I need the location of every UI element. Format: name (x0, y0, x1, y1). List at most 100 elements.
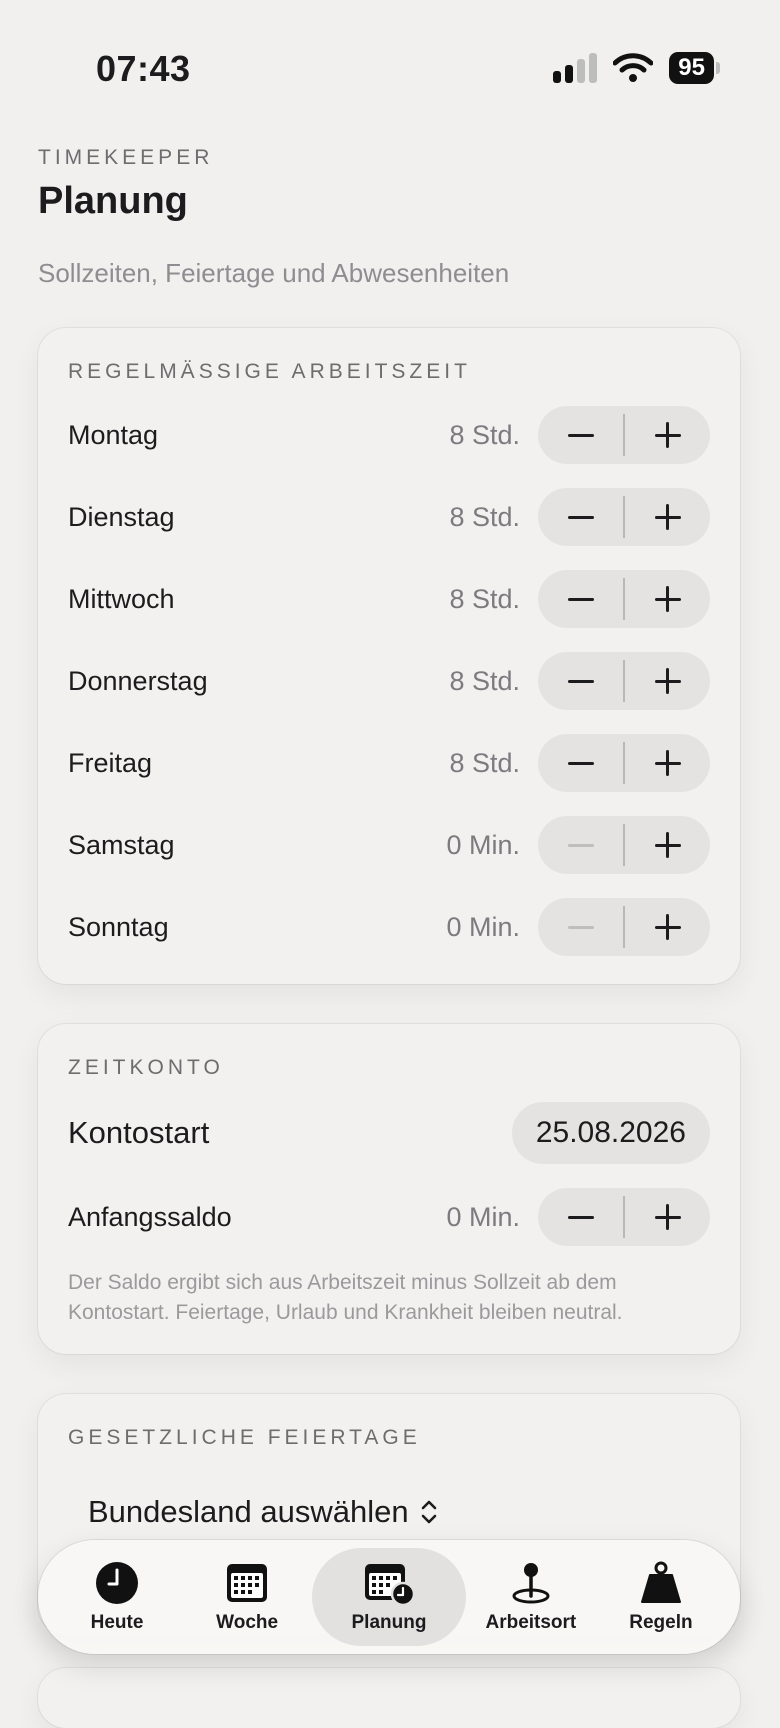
plus-icon (654, 750, 681, 776)
plus-icon (654, 832, 681, 858)
account-start-row: Kontostart 25.08.2026 (68, 1102, 710, 1164)
day-label: Montag (68, 419, 159, 450)
day-row-montag: Montag 8 Std. (68, 406, 710, 464)
day-row-freitag: Freitag 8 Std. (68, 734, 710, 792)
decrement-button[interactable] (538, 570, 623, 628)
increment-button[interactable] (625, 488, 710, 546)
hours-stepper (538, 570, 710, 628)
minus-icon (567, 515, 594, 519)
decrement-button-disabled (538, 898, 623, 956)
tab-heute[interactable]: Heute (52, 1548, 182, 1646)
minus-icon (567, 433, 594, 437)
day-value: 8 Std. (449, 665, 520, 696)
increment-button[interactable] (625, 652, 710, 710)
day-row-mittwoch: Mittwoch 8 Std. (68, 570, 710, 628)
increment-button[interactable] (625, 570, 710, 628)
decrement-button[interactable] (538, 406, 623, 464)
initial-balance-label: Anfangssaldo (68, 1201, 232, 1232)
hours-stepper (538, 816, 710, 874)
day-row-donnerstag: Donnerstag 8 Std. (68, 652, 710, 710)
decrement-button[interactable] (538, 1188, 623, 1246)
calendar-clock-icon (364, 1564, 416, 1606)
weight-icon (640, 1561, 681, 1603)
tab-label: Arbeitsort (485, 1612, 577, 1633)
battery-level: 95 (669, 52, 714, 84)
status-time: 07:43 (96, 48, 191, 89)
balance-stepper (538, 1188, 710, 1246)
minus-icon (567, 679, 594, 683)
time-account-card: ZEITKONTO Kontostart 25.08.2026 Anfangss… (38, 1024, 740, 1354)
plus-icon (654, 586, 681, 612)
day-row-dienstag: Dienstag 8 Std. (68, 488, 710, 546)
day-value: 8 Std. (449, 747, 520, 778)
tab-label: Regeln (629, 1612, 693, 1633)
account-start-label: Kontostart (68, 1115, 210, 1150)
increment-button[interactable] (625, 406, 710, 464)
increment-button[interactable] (625, 898, 710, 956)
page-title: Planung (38, 180, 188, 222)
tab-regeln[interactable]: Regeln (596, 1548, 726, 1646)
decrement-button[interactable] (538, 734, 623, 792)
day-row-sonntag: Sonntag 0 Min. (68, 898, 710, 956)
state-picker-label: Bundesland auswählen (88, 1494, 409, 1529)
page-subtitle: Sollzeiten, Feiertage und Abwesenheiten (38, 258, 510, 288)
account-start-date-picker[interactable]: 25.08.2026 (511, 1102, 710, 1164)
section-title: GESETZLICHE FEIERTAGE (68, 1426, 421, 1449)
tab-label: Woche (216, 1612, 279, 1633)
increment-button[interactable] (625, 1188, 710, 1246)
hours-stepper (538, 734, 710, 792)
decrement-button-disabled (538, 816, 623, 874)
minus-icon (567, 925, 594, 929)
day-value: 8 Std. (449, 419, 520, 450)
section-title: REGELMÄSSIGE ARBEITSZEIT (68, 360, 471, 383)
day-label: Dienstag (68, 501, 175, 532)
increment-button[interactable] (625, 734, 710, 792)
day-value: 0 Min. (446, 829, 520, 860)
hours-stepper (538, 488, 710, 546)
tab-label: Planung (351, 1612, 427, 1633)
day-value: 8 Std. (449, 583, 520, 614)
hours-stepper (538, 652, 710, 710)
cellular-signal-icon (553, 53, 598, 83)
wifi-icon (613, 53, 654, 82)
day-label: Sonntag (68, 911, 169, 942)
hours-stepper (538, 898, 710, 956)
battery-icon: 95 (669, 52, 720, 84)
day-label: Freitag (68, 747, 153, 778)
decrement-button[interactable] (538, 488, 623, 546)
hours-stepper (538, 406, 710, 464)
tab-label: Heute (90, 1612, 144, 1633)
decrement-button[interactable] (538, 652, 623, 710)
day-label: Mittwoch (68, 583, 175, 614)
minus-icon (567, 843, 594, 847)
minus-icon (567, 1215, 594, 1219)
working-time-card: REGELMÄSSIGE ARBEITSZEIT Montag 8 Std. D… (38, 328, 740, 984)
status-icons: 95 (553, 52, 720, 84)
tab-woche[interactable]: Woche (182, 1548, 312, 1646)
chevron-up-down-icon (421, 1500, 436, 1524)
minus-icon (567, 597, 594, 601)
section-title: ZEITKONTO (68, 1056, 224, 1079)
initial-balance-value: 0 Min. (446, 1201, 520, 1232)
tab-planung[interactable]: Planung (312, 1548, 466, 1646)
day-label: Donnerstag (68, 665, 208, 696)
tab-arbeitsort[interactable]: Arbeitsort (466, 1548, 596, 1646)
plus-icon (654, 422, 681, 448)
tab-bar: Heute Woche Planung Arbeitsort Regeln (38, 1540, 740, 1654)
day-value: 0 Min. (446, 911, 520, 942)
clock-icon (96, 1562, 139, 1604)
calendar-icon (227, 1564, 268, 1602)
state-picker[interactable]: Bundesland auswählen (88, 1494, 439, 1530)
plus-icon (654, 914, 681, 940)
plus-icon (654, 668, 681, 694)
increment-button[interactable] (625, 816, 710, 874)
app-label: TIMEKEEPER (38, 146, 214, 169)
initial-balance-row: Anfangssaldo 0 Min. (68, 1188, 710, 1246)
day-value: 8 Std. (449, 501, 520, 532)
next-card (38, 1668, 740, 1728)
minus-icon (567, 761, 594, 765)
location-pin-icon (512, 1563, 550, 1604)
day-row-samstag: Samstag 0 Min. (68, 816, 710, 874)
balance-note: Der Saldo ergibt sich aus Arbeitszeit mi… (68, 1271, 623, 1324)
day-label: Samstag (68, 829, 175, 860)
